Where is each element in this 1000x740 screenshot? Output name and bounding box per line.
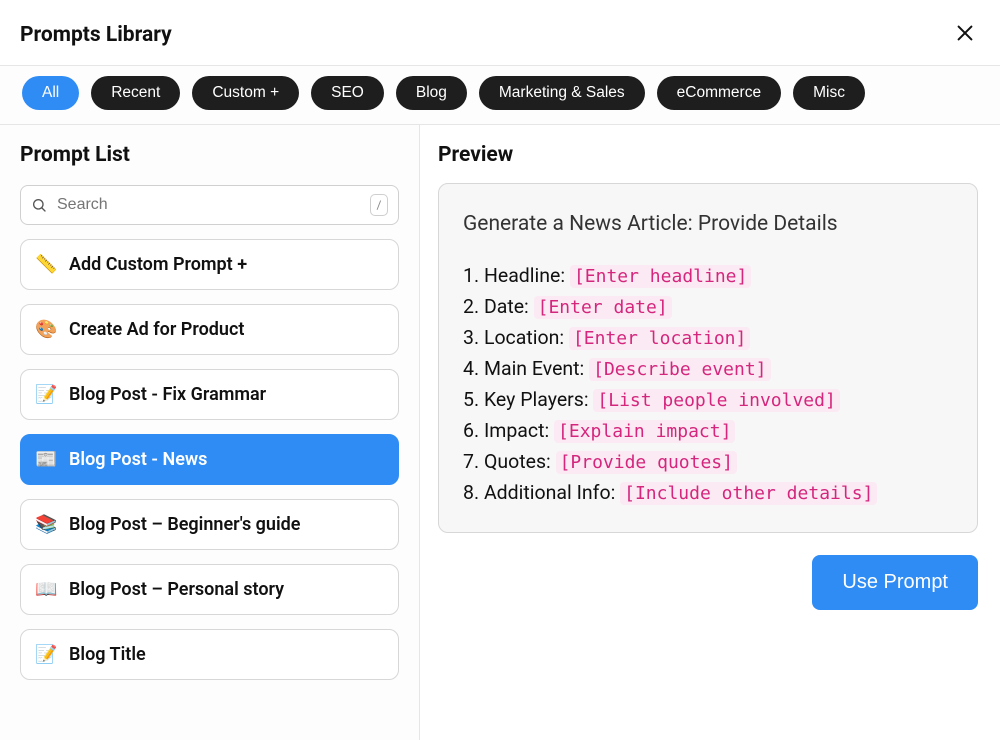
tab-misc[interactable]: Misc bbox=[793, 76, 865, 110]
list-item-label: Blog Post – Personal story bbox=[69, 579, 284, 600]
modal-header: Prompts Library bbox=[0, 0, 1000, 65]
list-item-create-ad[interactable]: 🎨 Create Ad for Product bbox=[20, 304, 399, 355]
preview-heading: Generate a News Article: Provide Details bbox=[463, 212, 953, 236]
list-item-label: Blog Post - News bbox=[69, 449, 207, 470]
line-prefix: 8. Additional Info: bbox=[463, 481, 620, 504]
placeholder-token: [List people involved] bbox=[593, 389, 839, 412]
preview-line: 1. Headline: [Enter headline] bbox=[463, 264, 953, 287]
tab-all[interactable]: All bbox=[22, 76, 79, 110]
search-input[interactable] bbox=[57, 196, 360, 214]
line-prefix: 2. Date: bbox=[463, 295, 534, 318]
list-item-blog-news[interactable]: 📰 Blog Post - News bbox=[20, 434, 399, 485]
memo-icon: 📝 bbox=[35, 384, 57, 405]
palette-icon: 🎨 bbox=[35, 319, 57, 340]
list-item-beginners-guide[interactable]: 📚 Blog Post – Beginner's guide bbox=[20, 499, 399, 550]
tab-marketing-sales[interactable]: Marketing & Sales bbox=[479, 76, 645, 110]
placeholder-token: [Enter date] bbox=[534, 296, 672, 319]
preview-box: Generate a News Article: Provide Details… bbox=[438, 183, 978, 533]
preview-line: 3. Location: [Enter location] bbox=[463, 326, 953, 349]
tab-recent[interactable]: Recent bbox=[91, 76, 180, 110]
preview-line: 7. Quotes: [Provide quotes] bbox=[463, 450, 953, 473]
list-item-add-custom[interactable]: 📏 Add Custom Prompt + bbox=[20, 239, 399, 290]
line-prefix: 6. Impact: bbox=[463, 419, 554, 442]
tab-seo[interactable]: SEO bbox=[311, 76, 384, 110]
placeholder-token: [Explain impact] bbox=[554, 420, 735, 443]
prompt-list: 📏 Add Custom Prompt + 🎨 Create Ad for Pr… bbox=[20, 239, 399, 680]
list-item-blog-title[interactable]: 📝 Blog Title bbox=[20, 629, 399, 680]
search-field-wrapper[interactable]: / bbox=[20, 185, 399, 225]
ruler-icon: 📏 bbox=[35, 254, 57, 275]
close-icon bbox=[954, 32, 976, 47]
preview-title: Preview bbox=[438, 143, 978, 167]
list-item-fix-grammar[interactable]: 📝 Blog Post - Fix Grammar bbox=[20, 369, 399, 420]
placeholder-token: [Provide quotes] bbox=[556, 451, 737, 474]
newspaper-icon: 📰 bbox=[35, 449, 57, 470]
preview-line: 8. Additional Info: [Include other detai… bbox=[463, 481, 953, 504]
category-tabs: All Recent Custom + SEO Blog Marketing &… bbox=[0, 65, 1000, 125]
tab-ecommerce[interactable]: eCommerce bbox=[657, 76, 781, 110]
list-item-label: Blog Title bbox=[69, 644, 146, 665]
books-icon: 📚 bbox=[35, 514, 57, 535]
line-prefix: 1. Headline: bbox=[463, 264, 570, 287]
placeholder-token: [Enter location] bbox=[569, 327, 750, 350]
list-item-label: Blog Post – Beginner's guide bbox=[69, 514, 300, 535]
close-button[interactable] bbox=[950, 18, 980, 51]
modal-title: Prompts Library bbox=[20, 23, 172, 47]
preview-line: 5. Key Players: [List people involved] bbox=[463, 388, 953, 411]
tab-custom[interactable]: Custom + bbox=[192, 76, 299, 110]
preview-line: 6. Impact: [Explain impact] bbox=[463, 419, 953, 442]
placeholder-token: [Include other details] bbox=[620, 482, 877, 505]
line-prefix: 3. Location: bbox=[463, 326, 569, 349]
list-item-label: Blog Post - Fix Grammar bbox=[69, 384, 266, 405]
placeholder-token: [Enter headline] bbox=[570, 265, 751, 288]
memo-icon: 📝 bbox=[35, 644, 57, 665]
list-item-label: Add Custom Prompt + bbox=[69, 254, 247, 275]
line-prefix: 4. Main Event: bbox=[463, 357, 589, 380]
preview-line: 2. Date: [Enter date] bbox=[463, 295, 953, 318]
open-book-icon: 📖 bbox=[35, 579, 57, 600]
line-prefix: 7. Quotes: bbox=[463, 450, 556, 473]
prompt-list-title: Prompt List bbox=[20, 143, 399, 167]
search-icon bbox=[31, 197, 47, 213]
list-item-personal-story[interactable]: 📖 Blog Post – Personal story bbox=[20, 564, 399, 615]
slash-shortcut-hint: / bbox=[370, 194, 388, 216]
tab-blog[interactable]: Blog bbox=[396, 76, 467, 110]
use-prompt-button[interactable]: Use Prompt bbox=[812, 555, 978, 610]
preview-lines: 1. Headline: [Enter headline] 2. Date: [… bbox=[463, 264, 953, 504]
placeholder-token: [Describe event] bbox=[589, 358, 770, 381]
list-item-label: Create Ad for Product bbox=[69, 319, 244, 340]
preview-line: 4. Main Event: [Describe event] bbox=[463, 357, 953, 380]
line-prefix: 5. Key Players: bbox=[463, 388, 593, 411]
